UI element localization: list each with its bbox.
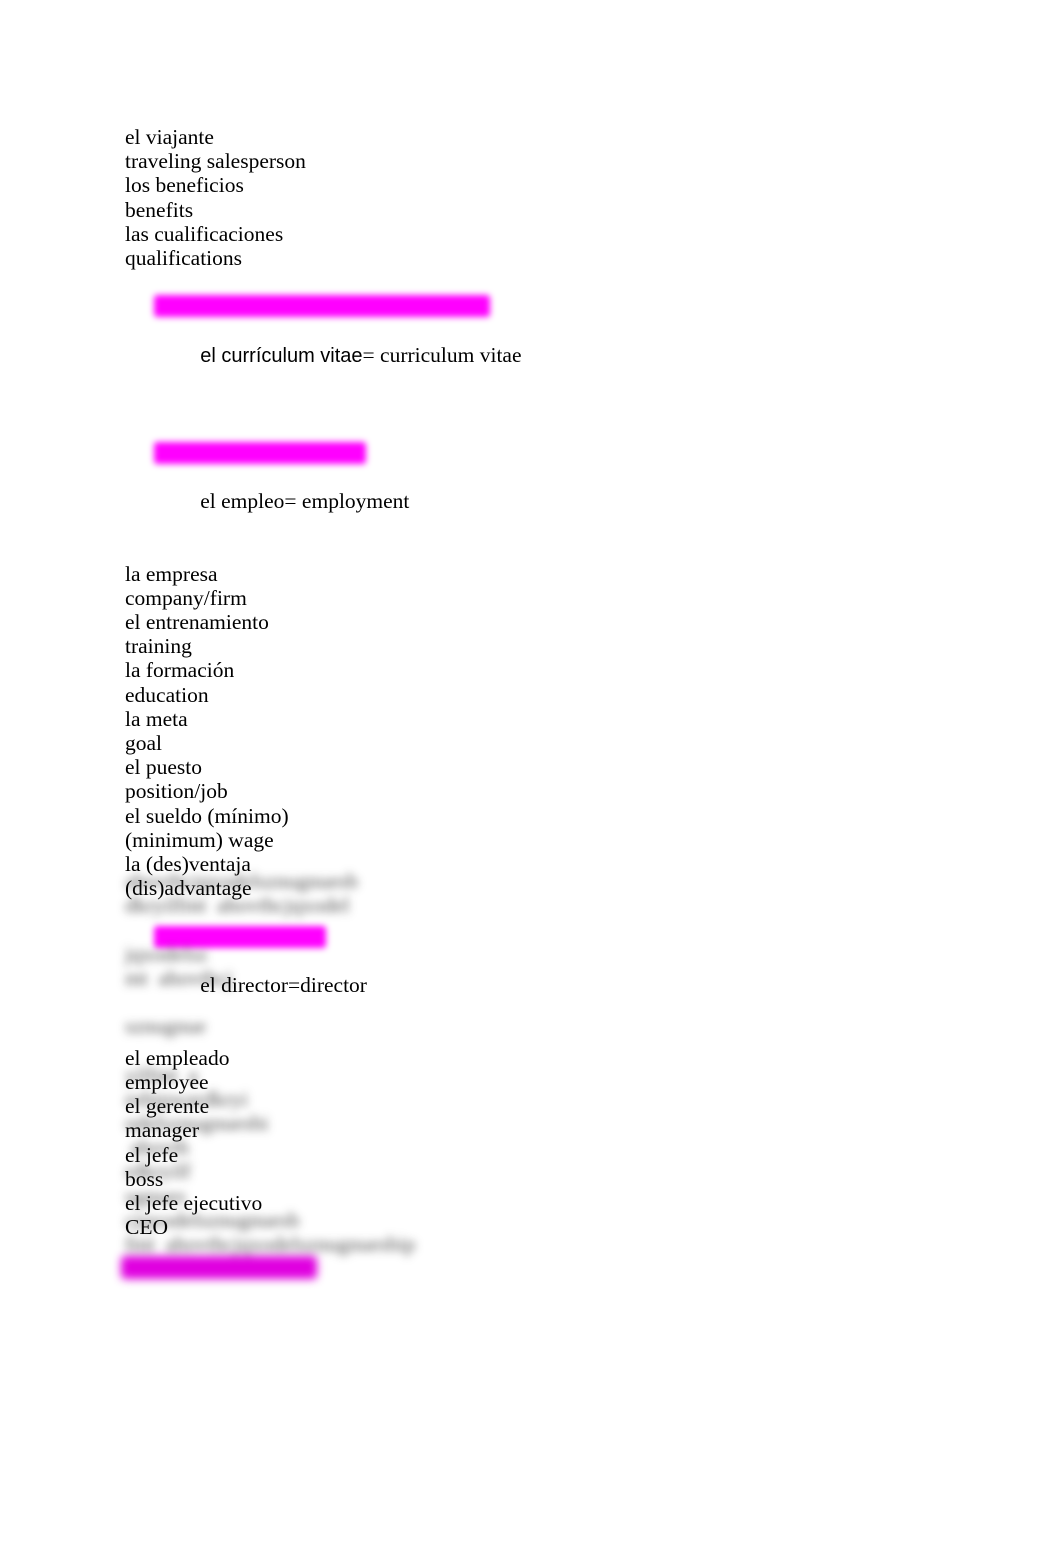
- blurred-line: ​: [125, 917, 945, 941]
- blurred-line: cjqxodelsznugnuesb: [125, 1207, 300, 1232]
- vocab-line: el viajante: [125, 125, 214, 149]
- highlight-wrapper: el currículum vitae= curriculum vitae: [154, 294, 522, 392]
- vocab-line: los beneficios: [125, 173, 244, 198]
- vocab-line: el entrenamiento: [125, 610, 269, 635]
- vocab-line: el puesto: [125, 755, 203, 780]
- vocab-line: las cualificaciones: [125, 221, 284, 246]
- highlight-band: [154, 295, 491, 318]
- highlight-band: [121, 1256, 317, 1280]
- highlight-band: [154, 441, 367, 464]
- highlight-wrapper: el empleo= employment: [154, 441, 410, 538]
- vocab-line: la empresa: [125, 561, 218, 586]
- vocab-line: la meta: [125, 706, 188, 731]
- blurred-line: sznugnue: [125, 1014, 207, 1039]
- blurred-line: odelsznugnuesbi: [125, 1111, 269, 1136]
- vocab-line: benefits: [125, 197, 194, 222]
- vocab-line: traveling salesperson: [125, 149, 306, 174]
- blurred-line: rdkryilf: [125, 1159, 191, 1184]
- blurred-line: ahovth: [125, 1135, 189, 1160]
- blurred-text-block: ahovthcjqxodelsznugnuesb dkryilfmt ahovt…: [121, 869, 945, 1353]
- blurred-line: esbipwardkryi: [125, 1086, 248, 1111]
- vocab-line: position/job: [125, 779, 228, 804]
- document-page: el viajante traveling salesperson los be…: [0, 0, 1062, 1556]
- vocab-line: company/firm: [125, 585, 247, 610]
- blurred-line: ugnues: [125, 1183, 186, 1208]
- blurred-line: ​: [125, 1038, 945, 1062]
- vocab-line: goal: [125, 731, 163, 756]
- blurred-line: ahovthcjqxodelsznugnuesb: [125, 869, 358, 893]
- vocab-line: education: [125, 682, 209, 707]
- vocab-line: el sueldo (mínimo): [125, 803, 289, 828]
- blurred-line: jqxodelsz: [125, 941, 208, 966]
- highlight-text: el empleo= employment: [200, 489, 410, 514]
- vocab-line-highlighted-curriculum: el currículum vitae= curriculum vitae: [125, 270, 945, 416]
- vocab-term-english: = curriculum vitae: [362, 342, 522, 367]
- vocab-line: training: [125, 634, 192, 659]
- highlight-text: el director=director: [200, 973, 367, 998]
- vocab-line: la formación: [125, 658, 235, 683]
- blurred-line: fmt ahovthcjqxodelsznugnuesbip: [125, 1232, 416, 1257]
- vocab-term-spanish: el currículum vitae: [200, 344, 363, 367]
- blurred-line: yilfmt a: [125, 1062, 198, 1087]
- vocab-line: (minimum) wage: [125, 827, 274, 852]
- highlight-text: el currículum vitae= curriculum vitae: [200, 343, 521, 367]
- blurred-line-highlighted: ​: [121, 1256, 317, 1353]
- blurred-line: dkryilfmt ahovthcjqxodel: [125, 893, 350, 918]
- vocab-line: qualifications: [125, 246, 243, 271]
- vocab-line-highlighted-empleo: el empleo= employment: [125, 416, 945, 561]
